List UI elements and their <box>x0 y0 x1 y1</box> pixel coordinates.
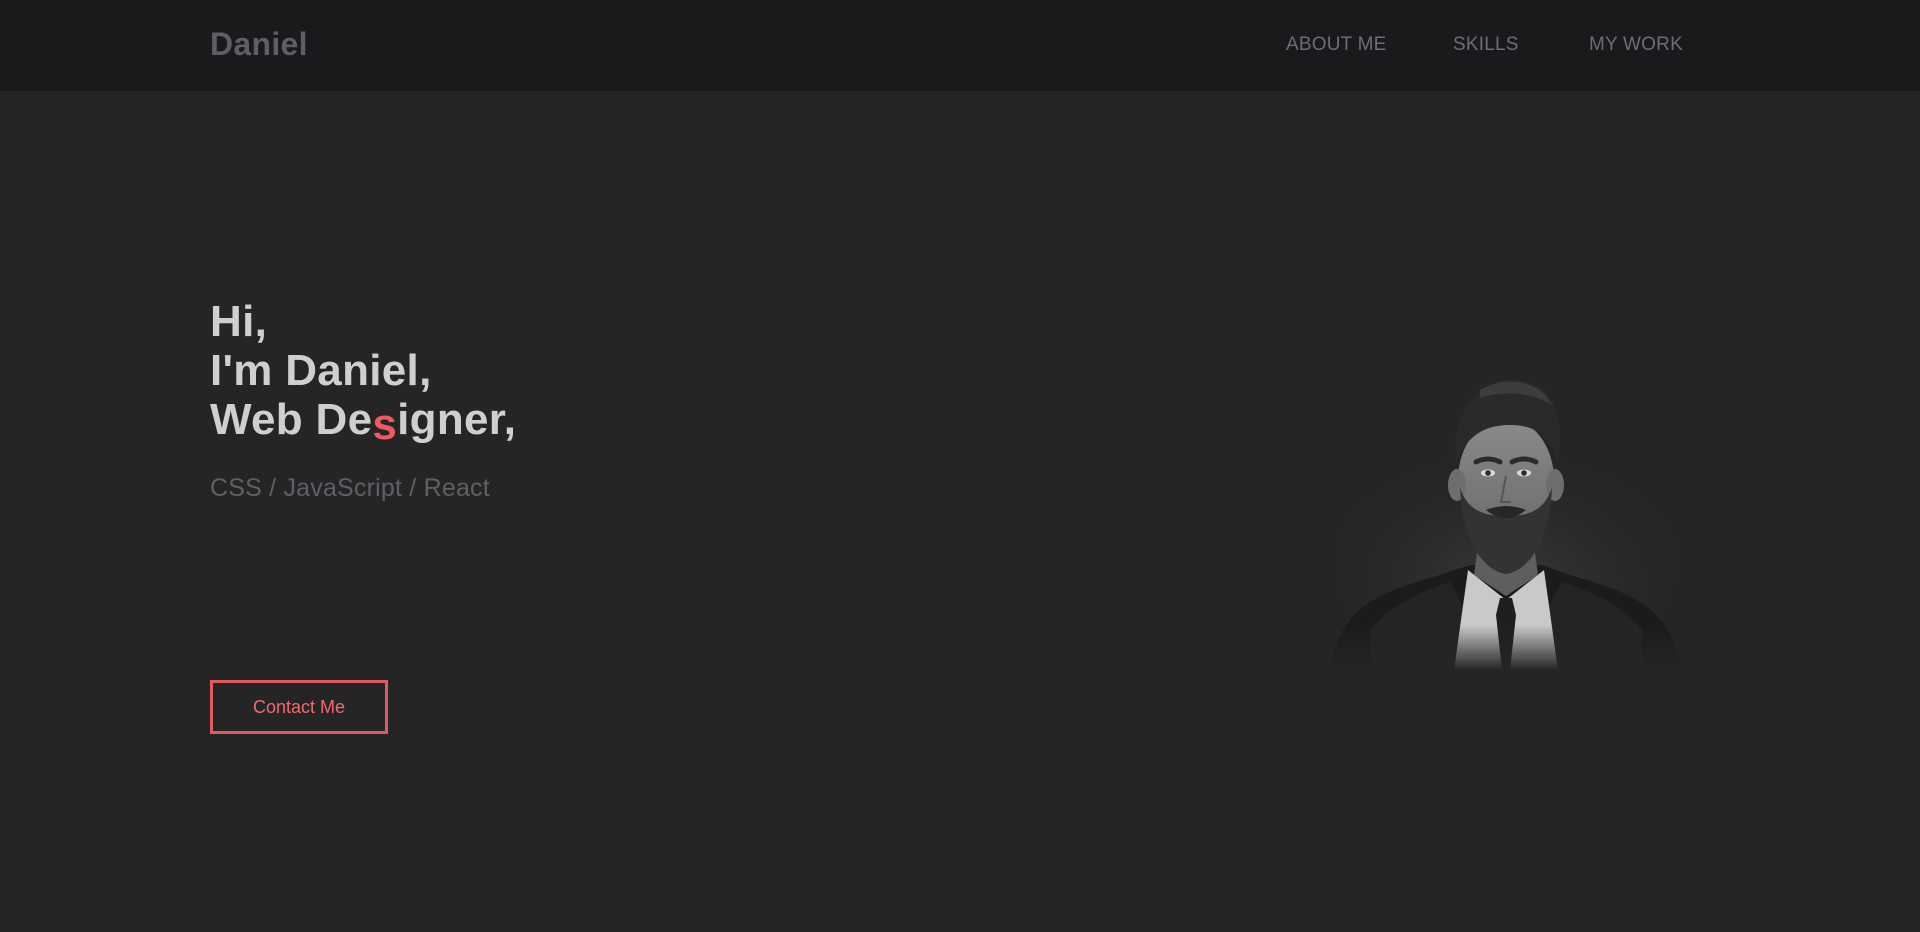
nav-my-work[interactable]: MY WORK <box>1589 34 1683 56</box>
navbar: Daniel ABOUT ME SKILLS MY WORK <box>0 0 1920 91</box>
hero-name-line: I'm Daniel, <box>210 346 432 395</box>
hero-role-start: Web De <box>210 395 373 444</box>
contact-me-button[interactable]: Contact Me <box>210 680 388 734</box>
hero-title: Hi, I'm Daniel, Web Designer, <box>210 297 517 449</box>
hero-greeting: Hi, <box>210 297 268 346</box>
nav-skills[interactable]: SKILLS <box>1453 34 1519 56</box>
logo-link[interactable]: Daniel <box>210 26 308 63</box>
portrait-image <box>1330 370 1682 670</box>
hero-role-end: igner, <box>397 395 517 444</box>
nav-about-me[interactable]: ABOUT ME <box>1286 34 1387 56</box>
hero-role-line: Web Designer, <box>210 395 517 449</box>
hero-subtitle: CSS / JavaScript / React <box>210 474 490 502</box>
hero-role-accent-letter: s <box>372 400 398 449</box>
